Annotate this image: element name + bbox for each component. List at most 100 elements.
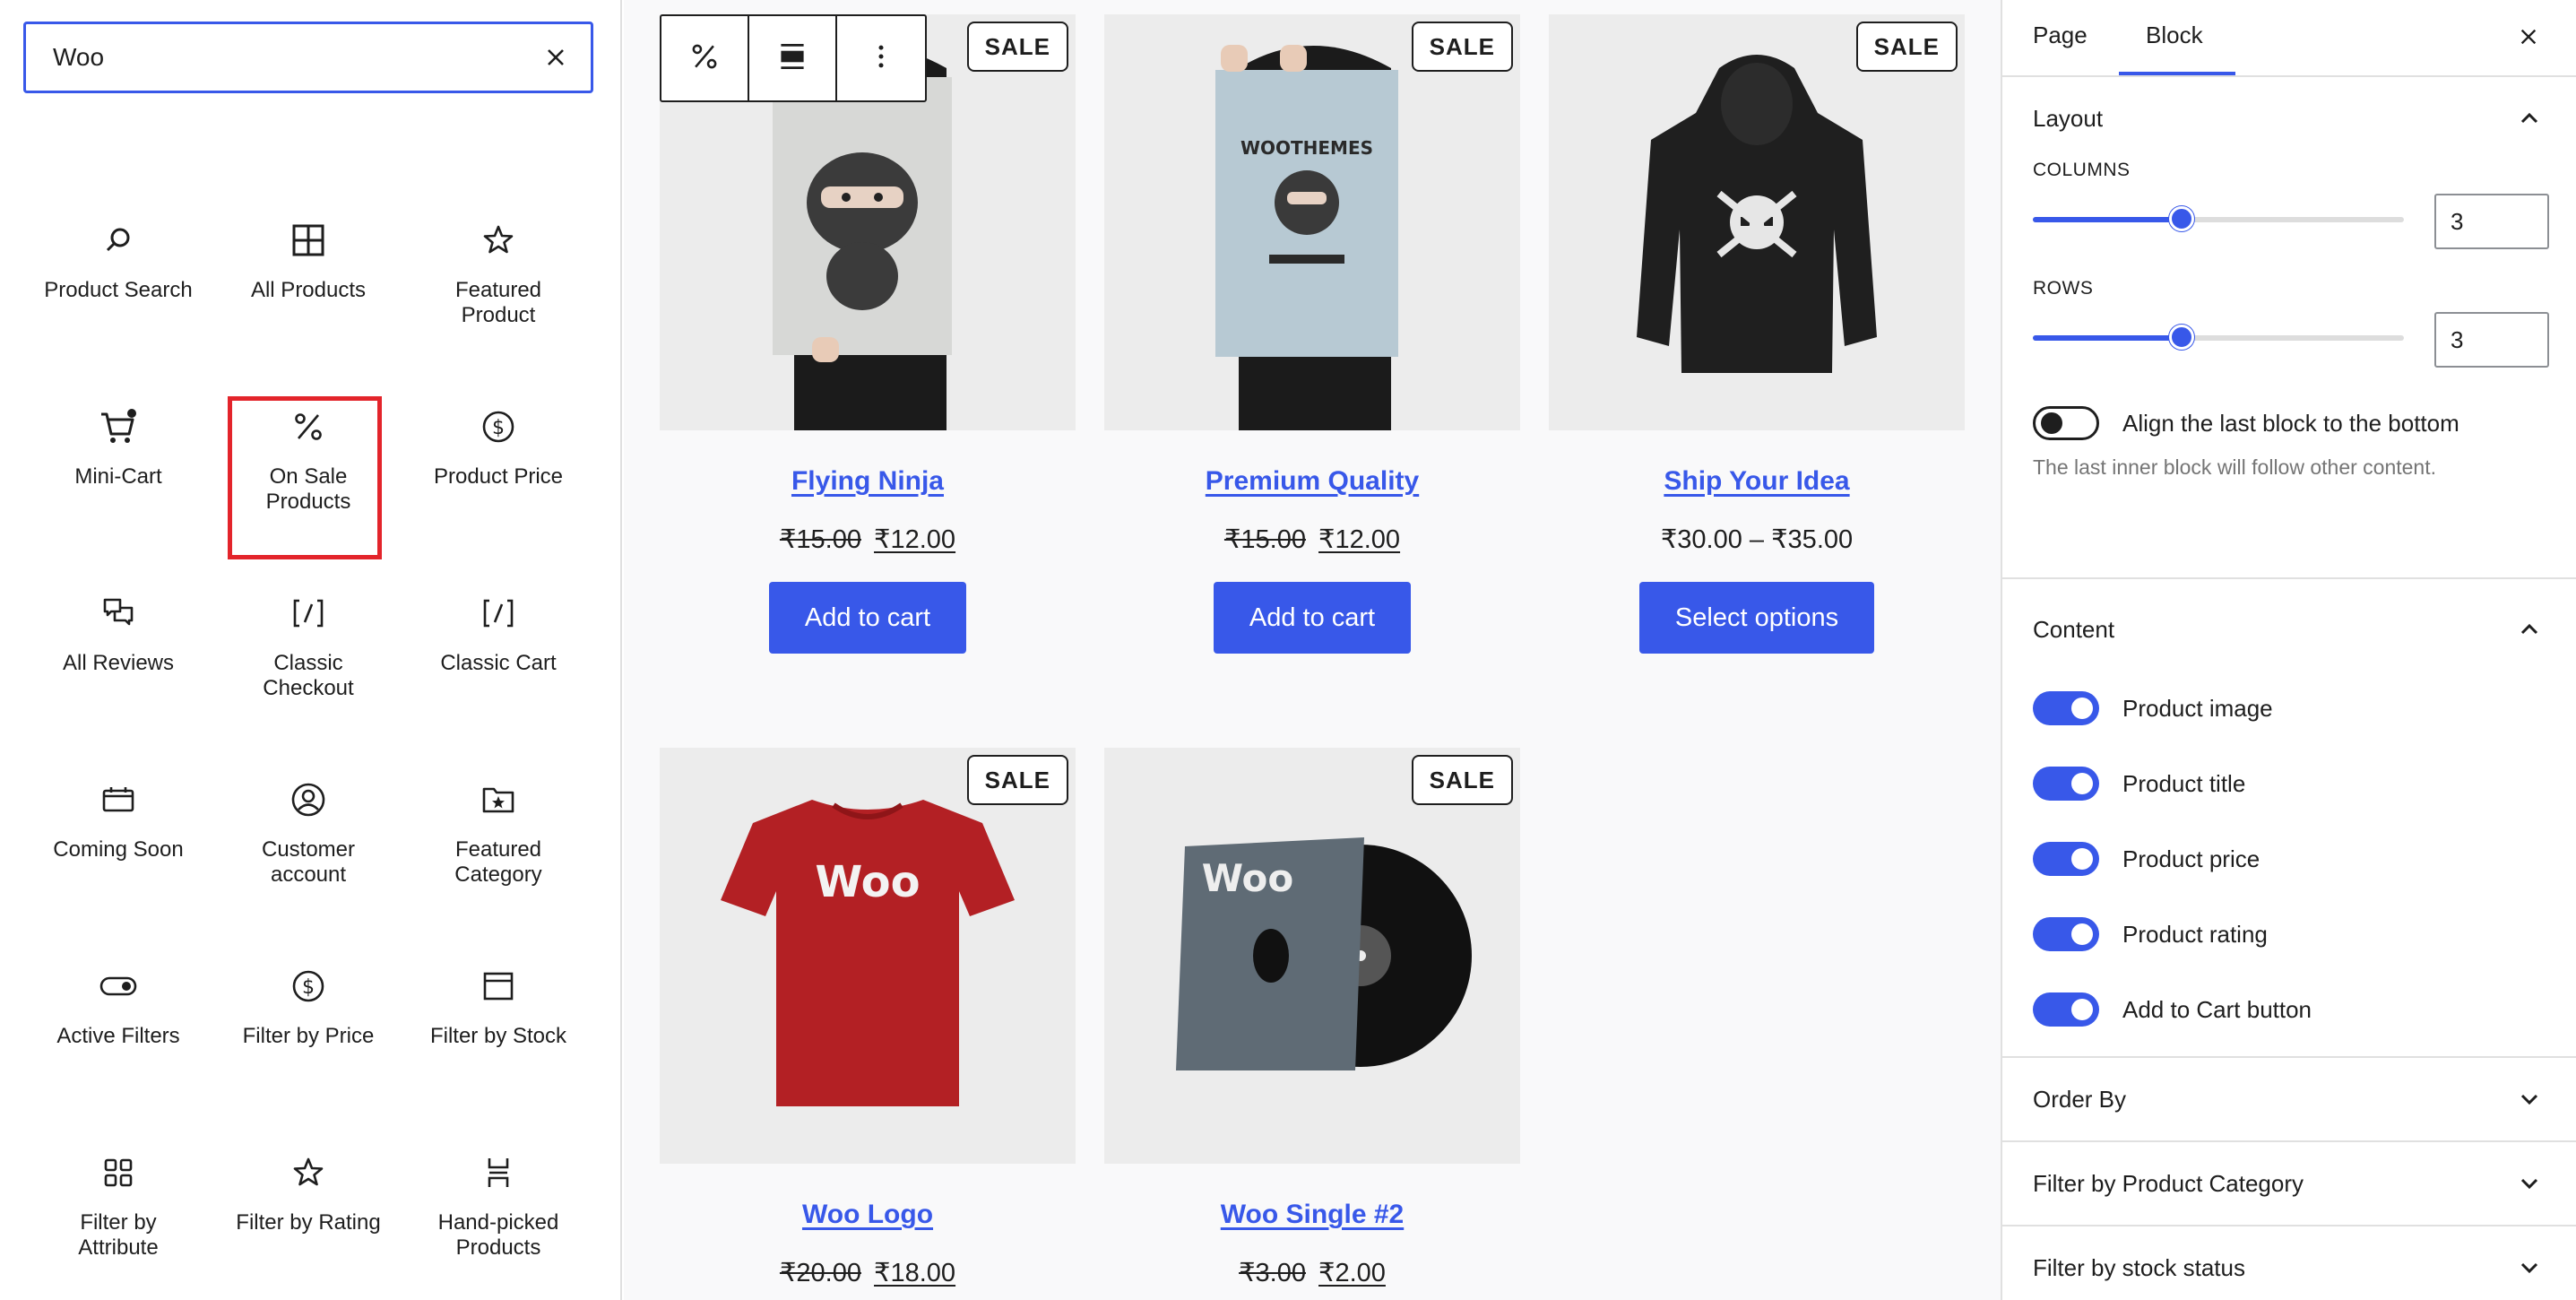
select-options-button[interactable]: Select options bbox=[1638, 582, 1875, 654]
block-label: Product Price bbox=[433, 464, 564, 489]
tab-block[interactable]: Block bbox=[2146, 22, 2203, 49]
block-item-on-sale-products[interactable]: On Sale Products bbox=[213, 384, 403, 570]
block-toolbar bbox=[660, 14, 927, 102]
align-wide-icon bbox=[776, 40, 808, 77]
chevron-up-icon bbox=[2520, 623, 2538, 635]
add-to-cart-button[interactable]: Add to cart bbox=[768, 582, 967, 654]
block-item-active-filters[interactable]: Active Filters bbox=[23, 943, 213, 1130]
slider-thumb[interactable] bbox=[2168, 325, 2194, 350]
block-item-filter-by-price[interactable]: $ Filter by Price bbox=[213, 943, 403, 1130]
product-title-link[interactable]: Premium Quality bbox=[1104, 466, 1520, 497]
align-bottom-label: Align the last block to the bottom bbox=[2122, 409, 2459, 437]
folder-star-icon bbox=[479, 780, 518, 819]
panel-title: Content bbox=[2033, 615, 2115, 643]
filter-by-category-panel-toggle[interactable]: Filter by Product Category bbox=[2002, 1142, 2576, 1225]
layout-panel-toggle[interactable]: Layout bbox=[2002, 77, 2576, 160]
block-label: Hand-picked Products bbox=[437, 1210, 559, 1260]
product-price: ₹30.00 – ₹35.00 bbox=[1660, 525, 1854, 554]
product-image-toggle[interactable] bbox=[2033, 691, 2099, 725]
block-item-coming-soon[interactable]: Coming Soon bbox=[23, 757, 213, 943]
content-panel-toggle[interactable]: Content bbox=[2002, 588, 2576, 671]
category-grid-icon bbox=[99, 1153, 138, 1192]
product-title-link[interactable]: Ship Your Idea bbox=[1549, 466, 1965, 497]
calendar-icon bbox=[99, 780, 138, 819]
columns-number-input[interactable] bbox=[2434, 194, 2549, 249]
chevron-up-icon bbox=[2520, 112, 2538, 124]
filter-by-category-panel: Filter by Product Category bbox=[2002, 1142, 2576, 1226]
product-card: SALE Ship Your Idea ₹30.00 – ₹35.00 Sele… bbox=[1549, 14, 1965, 654]
product-price-toggle[interactable] bbox=[2033, 842, 2099, 876]
block-item-classic-cart[interactable]: Classic Cart bbox=[403, 570, 593, 757]
layout-panel: Layout COLUMNS ROWS Align the last block… bbox=[2002, 77, 2576, 579]
block-item-all-reviews[interactable]: All Reviews bbox=[23, 570, 213, 757]
toggle-row-product-price: Product price bbox=[2002, 821, 2576, 897]
columns-control bbox=[2002, 181, 2576, 267]
block-item-filter-by-rating[interactable]: Filter by Rating bbox=[213, 1130, 403, 1300]
percent-icon bbox=[289, 407, 328, 446]
product-card: Woo SALE Woo Single #2 ₹3.00 ₹2.00 bbox=[1104, 748, 1520, 1288]
block-item-classic-checkout[interactable]: Classic Checkout bbox=[213, 570, 403, 757]
close-icon[interactable] bbox=[2513, 22, 2544, 52]
block-item-customer-account[interactable]: Customer account bbox=[213, 757, 403, 943]
block-type-button[interactable] bbox=[661, 16, 749, 100]
product-title-link[interactable]: Woo Single #2 bbox=[1104, 1200, 1520, 1230]
chevron-down-icon bbox=[2520, 1178, 2538, 1190]
block-item-filter-by-stock[interactable]: Filter by Stock bbox=[403, 943, 593, 1130]
shortcode-icon bbox=[289, 594, 328, 633]
toggle-label: Product price bbox=[2122, 845, 2260, 872]
block-label: On Sale Products bbox=[265, 464, 351, 514]
add-to-cart-button[interactable]: Add to cart bbox=[1213, 582, 1412, 654]
rows-number-input[interactable] bbox=[2434, 312, 2549, 368]
star-icon bbox=[479, 221, 518, 260]
panel-title: Filter by stock status bbox=[2033, 1253, 2245, 1281]
tab-page[interactable]: Page bbox=[2033, 22, 2088, 49]
toggle-label: Product image bbox=[2122, 694, 2273, 722]
toggle-icon bbox=[99, 966, 138, 1006]
block-item-featured-product[interactable]: Featured Product bbox=[403, 197, 593, 384]
regular-price: ₹20.00 bbox=[779, 1259, 861, 1287]
svg-text:$: $ bbox=[492, 417, 505, 439]
block-item-mini-cart[interactable]: Mini-Cart bbox=[23, 384, 213, 570]
regular-price: ₹3.00 bbox=[1239, 1259, 1306, 1287]
product-title-link[interactable]: Flying Ninja bbox=[660, 466, 1076, 497]
product-image[interactable]: Woo SALE bbox=[1104, 748, 1520, 1164]
block-inserter-panel: Product Search All Products Featured Pro… bbox=[0, 0, 622, 1300]
product-image[interactable]: WOOTHEMES SALE bbox=[1104, 14, 1520, 430]
block-item-all-products[interactable]: All Products bbox=[213, 197, 403, 384]
slider-fill bbox=[2033, 335, 2182, 341]
block-item-filter-by-attribute[interactable]: Filter by Attribute bbox=[23, 1130, 213, 1300]
product-card: SALE Flying Ninja ₹15.00 ₹12.00 Add to c… bbox=[660, 14, 1076, 654]
sale-badge: SALE bbox=[1855, 22, 1958, 72]
block-label: Filter by Attribute bbox=[78, 1210, 159, 1260]
block-item-hand-picked-products[interactable]: Hand-picked Products bbox=[403, 1130, 593, 1300]
block-results-grid: Product Search All Products Featured Pro… bbox=[23, 197, 593, 1300]
more-options-button[interactable] bbox=[837, 16, 925, 100]
product-title-link[interactable]: Woo Logo bbox=[660, 1200, 1076, 1230]
align-button[interactable] bbox=[749, 16, 837, 100]
block-item-product-search[interactable]: Product Search bbox=[23, 197, 213, 384]
comments-icon bbox=[99, 594, 138, 633]
block-item-featured-category[interactable]: Featured Category bbox=[403, 757, 593, 943]
product-price: ₹15.00 ₹12.00 bbox=[1104, 524, 1520, 555]
block-label: Active Filters bbox=[56, 1024, 180, 1048]
product-image[interactable]: SALE bbox=[1549, 14, 1965, 430]
clear-search-icon[interactable] bbox=[540, 42, 571, 73]
order-by-panel-toggle[interactable]: Order By bbox=[2002, 1058, 2576, 1140]
sale-price: ₹18.00 bbox=[874, 1259, 956, 1287]
block-search-input[interactable] bbox=[53, 43, 519, 72]
slider-thumb[interactable] bbox=[2168, 206, 2194, 231]
align-bottom-toggle[interactable] bbox=[2033, 406, 2099, 440]
cart-icon bbox=[99, 407, 138, 446]
columns-slider[interactable] bbox=[2033, 206, 2404, 231]
product-title-toggle[interactable] bbox=[2033, 767, 2099, 801]
add-to-cart-toggle[interactable] bbox=[2033, 992, 2099, 1027]
sale-price: ₹2.00 bbox=[1318, 1259, 1386, 1287]
block-item-product-price[interactable]: $ Product Price bbox=[403, 384, 593, 570]
align-bottom-row: Align the last block to the bottom bbox=[2002, 386, 2576, 461]
block-label: Featured Product bbox=[454, 278, 542, 327]
filter-by-stock-panel-toggle[interactable]: Filter by stock status bbox=[2002, 1226, 2576, 1300]
rows-slider[interactable] bbox=[2033, 325, 2404, 350]
block-search-field[interactable] bbox=[23, 22, 593, 93]
product-rating-toggle[interactable] bbox=[2033, 917, 2099, 951]
product-image[interactable]: Woo SALE bbox=[660, 748, 1076, 1164]
